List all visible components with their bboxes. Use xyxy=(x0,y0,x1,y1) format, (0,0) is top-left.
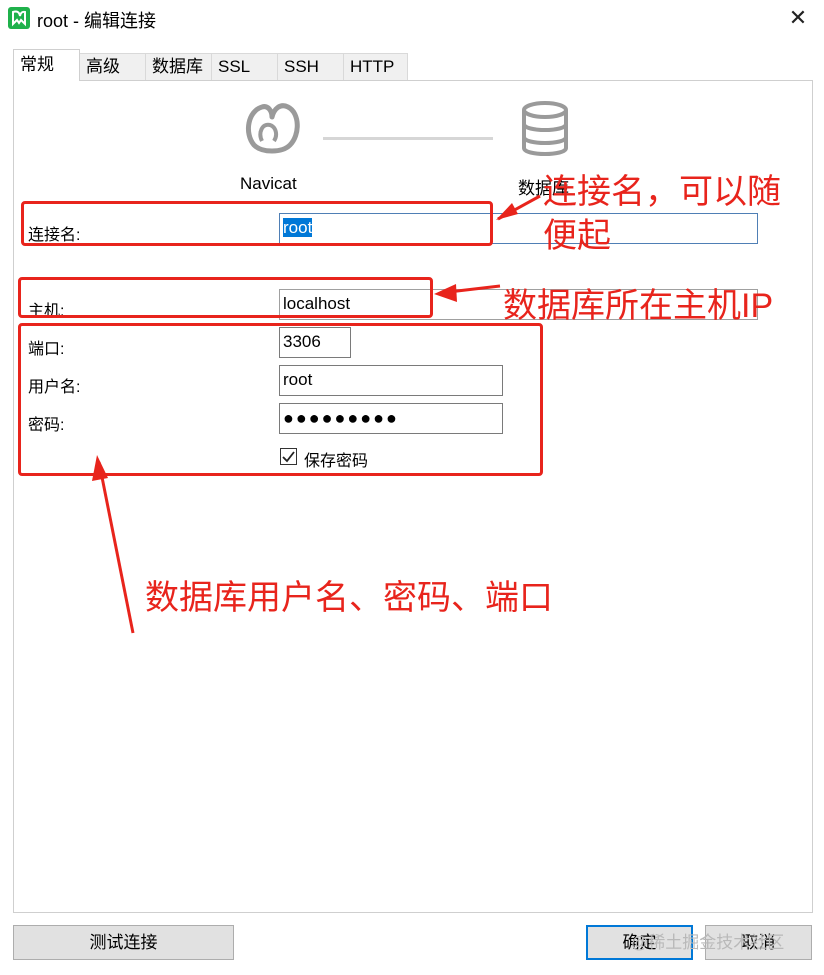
navicat-label: Navicat xyxy=(240,174,297,193)
annotation-box-credentials xyxy=(18,323,543,476)
annotation-connection-name-line2: 便起 xyxy=(543,217,611,255)
database-icon xyxy=(520,100,570,165)
tab-http[interactable]: HTTP xyxy=(343,53,408,80)
tab-general[interactable]: 常规 xyxy=(13,49,80,81)
connector-line xyxy=(323,137,493,140)
test-connection-button[interactable]: 测试连接 xyxy=(13,925,234,960)
annotation-box-connection-name xyxy=(21,201,493,246)
tab-advanced[interactable]: 高级 xyxy=(79,53,146,80)
annotation-credentials: 数据库用户名、密码、端口 xyxy=(145,579,553,617)
navicat-logo-icon xyxy=(240,97,304,166)
annotation-box-host xyxy=(18,277,433,318)
tab-ssh[interactable]: SSH xyxy=(277,53,344,80)
window-title: root - 编辑连接 xyxy=(37,11,157,31)
close-button[interactable]: ✕ xyxy=(782,4,814,32)
tab-ssl[interactable]: SSL xyxy=(211,53,278,80)
annotation-connection-name-line1: 连接名，可以随 xyxy=(543,173,781,211)
watermark: @稀土掘金技术社区 xyxy=(631,933,785,952)
navicat-app-icon xyxy=(8,7,30,29)
tab-databases[interactable]: 数据库 xyxy=(145,53,212,80)
annotation-host: 数据库所在主机IP xyxy=(503,287,774,325)
